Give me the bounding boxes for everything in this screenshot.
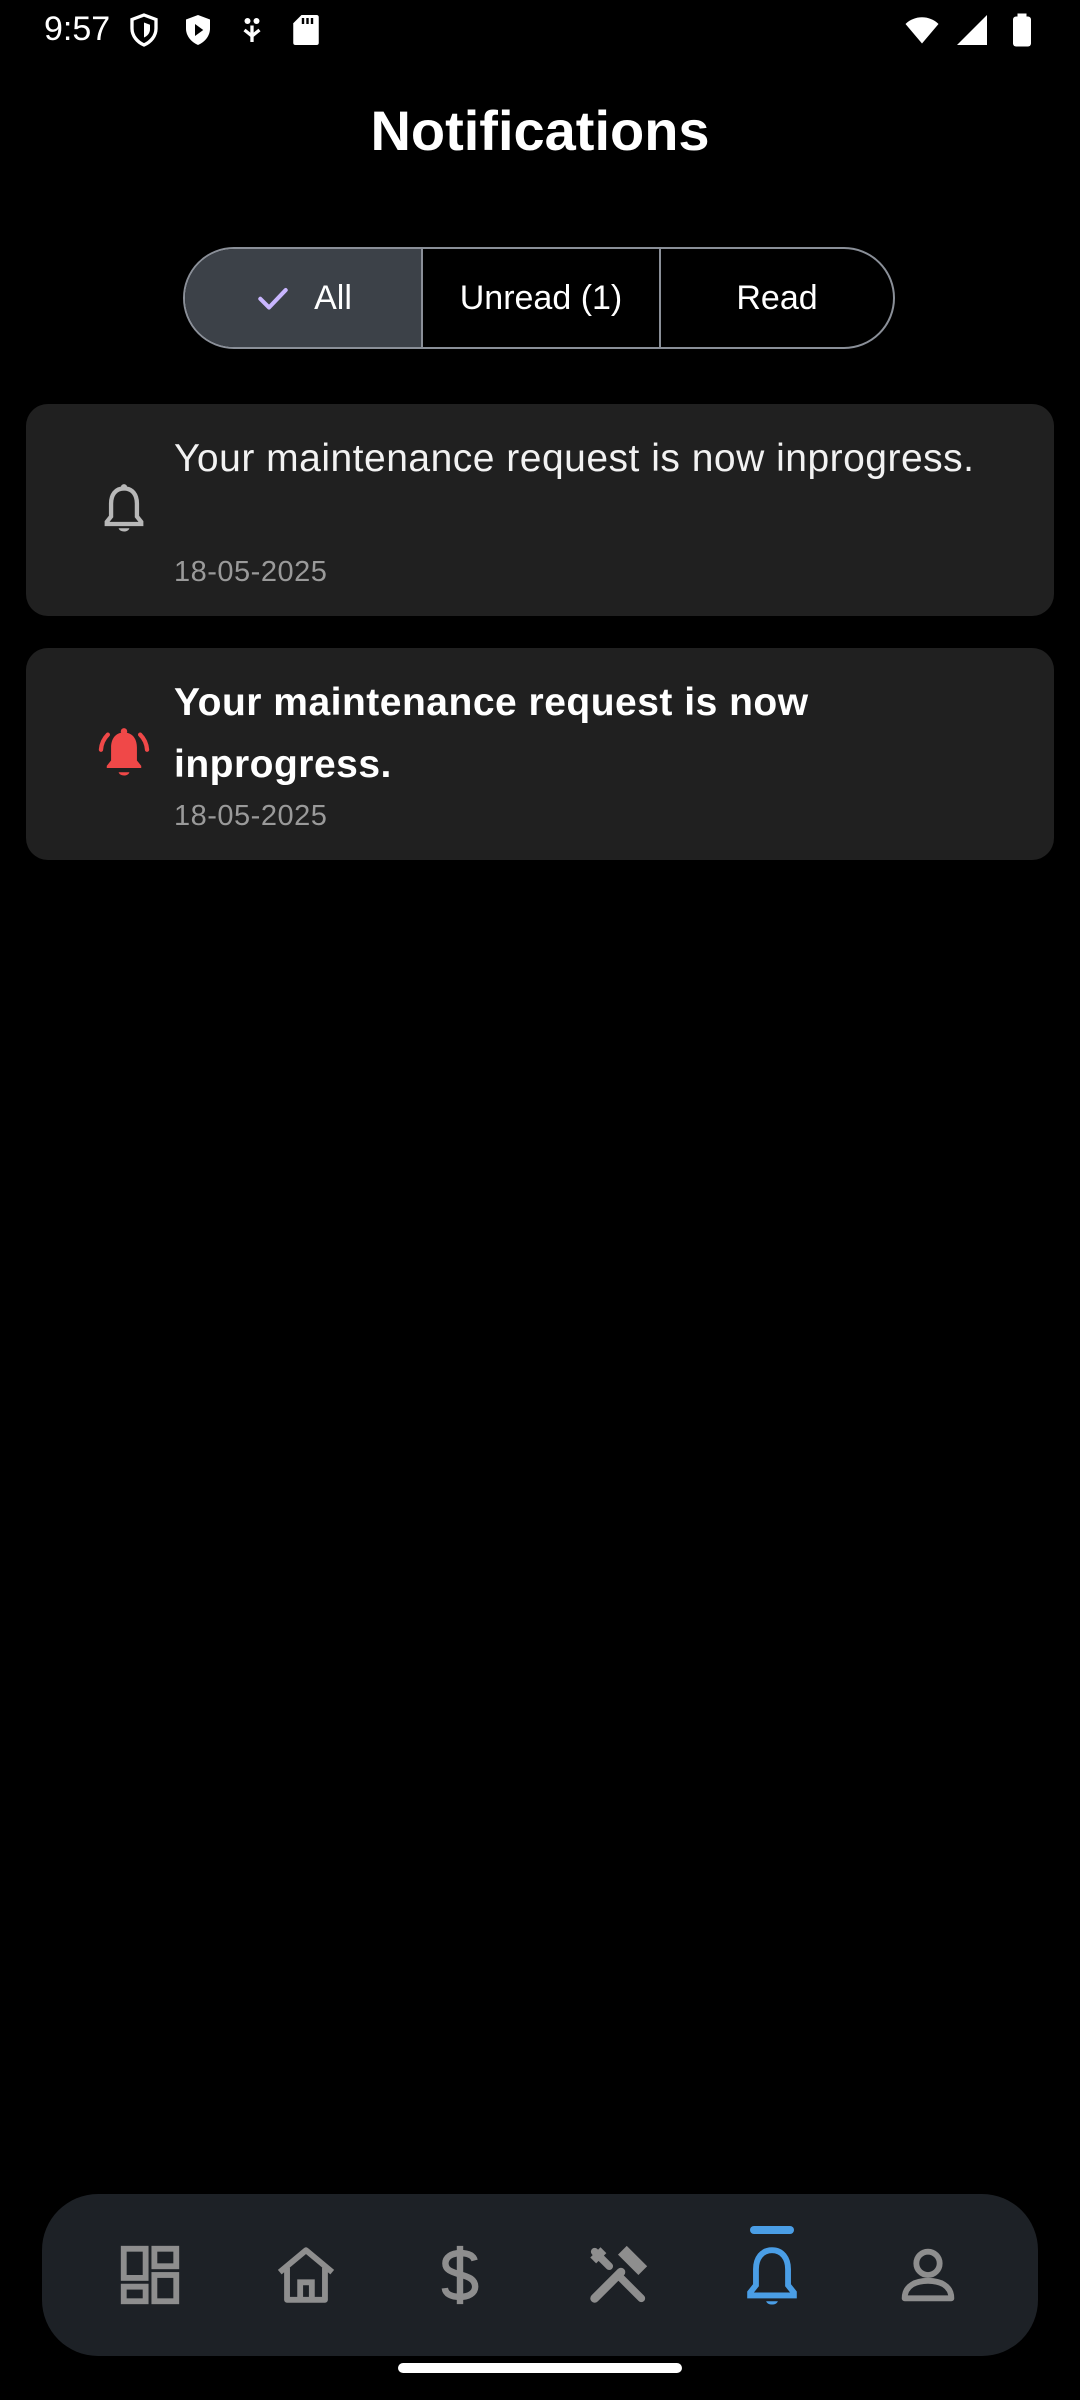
- nav-home[interactable]: [246, 2194, 366, 2356]
- filter-read-label: Read: [736, 278, 818, 317]
- status-time: 9:57: [44, 10, 111, 48]
- shield-icon: [130, 13, 158, 47]
- nav-profile[interactable]: [868, 2194, 988, 2356]
- home-icon: [277, 2247, 335, 2303]
- filter-all-button[interactable]: All: [185, 249, 421, 347]
- filter-read-button[interactable]: Read: [659, 249, 893, 347]
- person-icon: [901, 2248, 955, 2302]
- tools-icon: [590, 2245, 648, 2303]
- nav-maintenance[interactable]: [558, 2194, 678, 2356]
- nav-notifications[interactable]: [712, 2194, 832, 2356]
- filter-unread-label: Unread (1): [459, 278, 623, 317]
- home-indicator[interactable]: [398, 2363, 682, 2373]
- play-protect-icon: [186, 15, 210, 45]
- battery-icon: [1013, 13, 1031, 47]
- notification-card[interactable]: Your maintenance request is now inprogre…: [26, 404, 1054, 616]
- wifi-icon: [905, 17, 939, 44]
- bell-ringing-icon: [98, 728, 150, 776]
- bell-icon: [104, 484, 144, 532]
- filter-unread-button[interactable]: Unread (1): [421, 249, 659, 347]
- notification-card-unread[interactable]: Your maintenance request is now inprogre…: [26, 648, 1054, 860]
- notifications-screen: 9:57 Notifications All Unread (1) Read Y…: [0, 0, 1080, 2400]
- dashboard-icon: [120, 2245, 180, 2305]
- notification-date: 18-05-2025: [174, 556, 328, 588]
- signal-icon: [957, 15, 987, 45]
- notification-date: 18-05-2025: [174, 800, 328, 832]
- check-icon: [258, 288, 288, 310]
- dollar-icon: [441, 2245, 479, 2305]
- bottom-navigation: [42, 2194, 1038, 2356]
- usb-debug-icon: [243, 18, 261, 42]
- page-title: Notifications: [370, 99, 710, 162]
- status-bar: 9:57: [0, 0, 1080, 62]
- filter-all-label: All: [314, 278, 352, 317]
- notification-message: Your maintenance request is now inprogre…: [174, 681, 809, 786]
- sd-card-icon: [293, 15, 319, 45]
- nav-dashboard[interactable]: [90, 2194, 210, 2356]
- notification-message: Your maintenance request is now inprogre…: [174, 437, 975, 480]
- nav-payments[interactable]: [400, 2194, 520, 2356]
- bell-icon: [747, 2247, 797, 2305]
- notification-filter: All Unread (1) Read: [183, 247, 895, 349]
- active-nav-indicator: [750, 2226, 794, 2234]
